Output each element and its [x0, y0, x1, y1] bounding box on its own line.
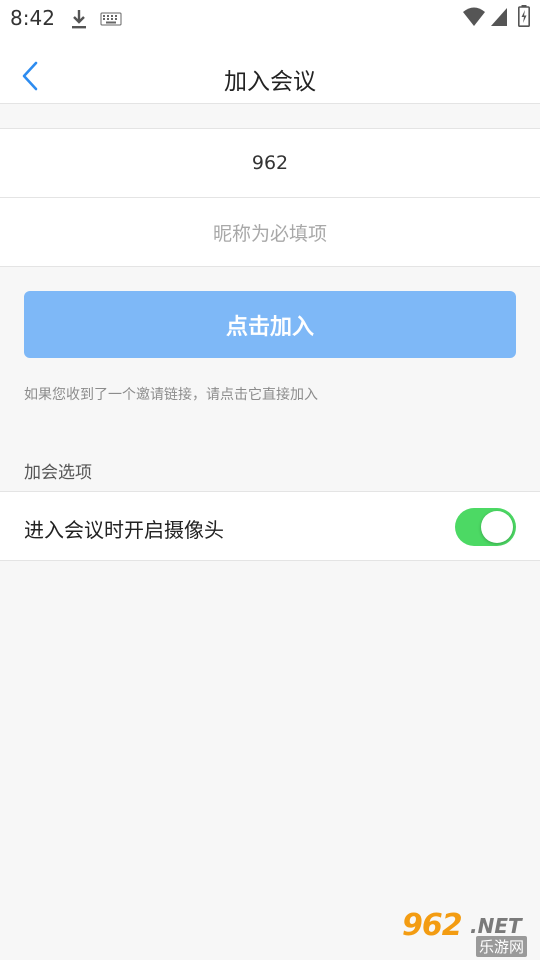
invite-link-hint: 如果您收到了一个邀请链接，请点击它直接加入	[24, 387, 318, 403]
keyboard-icon	[100, 12, 122, 26]
watermark-logo: 962 .NET 乐游网	[400, 908, 536, 957]
meeting-id-input[interactable]: 962	[0, 129, 540, 197]
watermark-name: 乐游网	[476, 936, 528, 957]
nickname-input[interactable]: 昵称为必填项	[0, 198, 540, 266]
signal-icon	[491, 8, 507, 26]
camera-option-row: 进入会议时开启摄像头	[0, 491, 540, 561]
join-form: 962 昵称为必填项	[0, 128, 540, 267]
nav-bar: 加入会议	[0, 38, 540, 104]
join-button[interactable]: 点击加入	[24, 291, 516, 358]
battery-charging-icon	[518, 5, 530, 27]
watermark-number: 962	[402, 908, 463, 943]
wifi-icon	[463, 7, 485, 26]
page-title: 加入会议	[224, 69, 316, 95]
status-bar: 8:42	[0, 0, 540, 38]
status-time: 8:42	[10, 6, 55, 30]
camera-toggle[interactable]	[455, 508, 516, 546]
download-icon	[72, 10, 86, 29]
watermark-domain: .NET	[470, 914, 522, 938]
camera-option-label: 进入会议时开启摄像头	[24, 518, 224, 542]
toggle-knob	[481, 511, 513, 543]
join-options-header: 加会选项	[24, 463, 92, 483]
